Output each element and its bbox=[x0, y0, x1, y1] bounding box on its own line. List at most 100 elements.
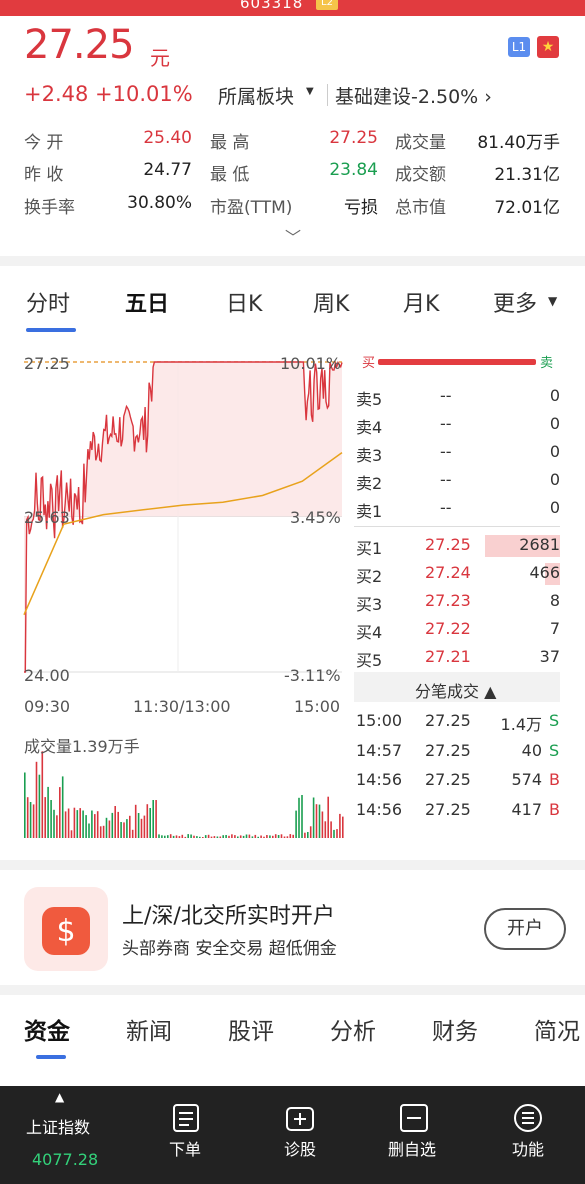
volume-bar bbox=[301, 795, 303, 838]
chevron-up-icon[interactable]: ▲ bbox=[55, 1090, 64, 1104]
l1-badge[interactable]: L1 bbox=[508, 37, 530, 57]
pressure-bar bbox=[378, 359, 536, 365]
volume-bar bbox=[333, 829, 335, 838]
orderbook-row-volume: 0 bbox=[549, 414, 560, 433]
tick-side: B bbox=[549, 799, 560, 819]
chevron-down-icon: ▼ bbox=[306, 86, 314, 97]
stat-label: 总市值 bbox=[395, 198, 446, 218]
bottom-tab-4[interactable]: 财务 bbox=[432, 1012, 478, 1046]
orderbook-row-label: 卖4 bbox=[356, 418, 383, 437]
volume-bar bbox=[196, 836, 198, 838]
nav-remove-favorite[interactable]: 删自选 bbox=[388, 1136, 436, 1160]
section-divider bbox=[0, 256, 585, 266]
volume-bar bbox=[41, 751, 44, 838]
volume-bar bbox=[73, 807, 76, 838]
stat-value: 27.25 bbox=[329, 128, 378, 148]
volume-bar bbox=[24, 772, 26, 838]
intraday-chart[interactable] bbox=[0, 340, 350, 840]
stat-value: 25.40 bbox=[143, 128, 192, 148]
volume-bar bbox=[175, 835, 178, 838]
volume-bar bbox=[336, 829, 338, 838]
orderbook-row-price: 27.24 bbox=[425, 563, 471, 582]
tick-volume: 417 bbox=[511, 799, 542, 819]
orderbook-row-volume: 466 bbox=[529, 563, 560, 582]
sector-dropdown[interactable]: 所属板块 bbox=[218, 82, 294, 109]
orderbook-row-volume: 0 bbox=[549, 442, 560, 461]
volume-bar bbox=[289, 834, 292, 838]
orderbook-row-label: 卖5 bbox=[356, 390, 383, 409]
volume-bar bbox=[108, 820, 111, 838]
menu-icon[interactable] bbox=[512, 1102, 544, 1134]
stat-value: 21.31亿 bbox=[494, 165, 560, 185]
tick-side: S bbox=[549, 740, 560, 760]
volume-bar bbox=[102, 825, 105, 838]
chevron-down-icon[interactable]: ▼ bbox=[548, 294, 557, 308]
stat-label: 市盈(TTM) bbox=[210, 198, 293, 218]
stat-value: 23.84 bbox=[329, 160, 378, 180]
orderbook-row-price: 27.25 bbox=[425, 535, 471, 554]
nav-functions[interactable]: 功能 bbox=[512, 1136, 544, 1160]
nav-diagnose[interactable]: 诊股 bbox=[284, 1136, 316, 1160]
volume-bar bbox=[231, 834, 233, 838]
volume-bar bbox=[269, 835, 271, 838]
volume-bar bbox=[263, 836, 265, 838]
bottom-tab-2[interactable]: 股评 bbox=[228, 1012, 274, 1046]
time-start-label: 09:30 bbox=[24, 697, 71, 716]
volume-bar bbox=[251, 836, 254, 838]
volume-bar bbox=[286, 836, 289, 838]
stat-value: 亏损 bbox=[344, 198, 378, 218]
volume-bar bbox=[35, 761, 38, 838]
volume-bar bbox=[202, 837, 204, 838]
tab-5[interactable]: 更多 bbox=[493, 286, 537, 318]
ticks-header[interactable]: 分笔成交 ▲ bbox=[415, 678, 496, 702]
stat-label: 换手率 bbox=[24, 198, 75, 218]
index-value: 4077.28 bbox=[32, 1150, 99, 1169]
volume-bar bbox=[237, 836, 239, 838]
volume-bar bbox=[111, 812, 114, 838]
volume-bar bbox=[184, 836, 187, 838]
orderbook-row-price: 27.21 bbox=[425, 647, 471, 666]
volume-bar bbox=[152, 800, 154, 838]
ad-subtitle: 头部券商 安全交易 超低佣金 bbox=[122, 939, 337, 959]
tick-side: B bbox=[549, 770, 560, 789]
volume-bar bbox=[123, 822, 125, 838]
index-name[interactable]: 上证指数 bbox=[26, 1114, 90, 1138]
dollar-badge-icon: $ bbox=[42, 907, 90, 955]
stock-code: 603318 bbox=[240, 0, 304, 12]
volume-bar bbox=[207, 834, 210, 838]
tab-3[interactable]: 周K bbox=[313, 286, 349, 318]
broker-logo[interactable]: $ bbox=[24, 887, 108, 971]
order-icon[interactable] bbox=[170, 1102, 202, 1134]
svg-text:$: $ bbox=[56, 914, 75, 949]
volume-bar bbox=[216, 836, 219, 838]
orderbook-row-label: 卖1 bbox=[356, 502, 383, 521]
volume-bar bbox=[126, 819, 128, 838]
price-change: +2.48 +10.01% bbox=[24, 82, 193, 106]
bottom-tab-0[interactable]: 资金 bbox=[24, 1012, 70, 1046]
volume-bar bbox=[274, 834, 277, 838]
ad-title: 上/深/北交所实时开户 bbox=[122, 904, 335, 929]
volume-bar bbox=[245, 834, 248, 838]
diagnose-icon[interactable] bbox=[284, 1102, 316, 1134]
orderbook-row-price: 27.22 bbox=[425, 619, 471, 638]
nav-order[interactable]: 下单 bbox=[169, 1136, 201, 1160]
volume-bar bbox=[219, 836, 222, 838]
volume-bar bbox=[342, 816, 344, 838]
expand-chevron-icon[interactable]: ﹀ bbox=[285, 224, 301, 248]
sell-pressure-label: 卖 bbox=[540, 356, 554, 371]
volume-bar bbox=[44, 797, 46, 838]
bottom-tab-5[interactable]: 简况 bbox=[534, 1012, 580, 1046]
industry-link[interactable]: 基础建设-2.50% › bbox=[335, 82, 492, 109]
volume-bar bbox=[283, 836, 286, 838]
bottom-tab-1[interactable]: 新闻 bbox=[126, 1012, 172, 1046]
orderbook-row-label: 买4 bbox=[356, 623, 383, 642]
tab-1[interactable]: 五日 bbox=[125, 286, 169, 318]
open-account-button[interactable]: 开户 bbox=[484, 908, 566, 950]
bottom-tab-3[interactable]: 分析 bbox=[330, 1012, 376, 1046]
volume-bar bbox=[318, 804, 321, 838]
remove-favorite-icon[interactable] bbox=[398, 1102, 430, 1134]
tick-time: 14:56 bbox=[356, 799, 403, 819]
tab-2[interactable]: 日K bbox=[226, 286, 262, 318]
tab-4[interactable]: 月K bbox=[403, 286, 439, 318]
tab-0[interactable]: 分时 bbox=[26, 286, 70, 318]
